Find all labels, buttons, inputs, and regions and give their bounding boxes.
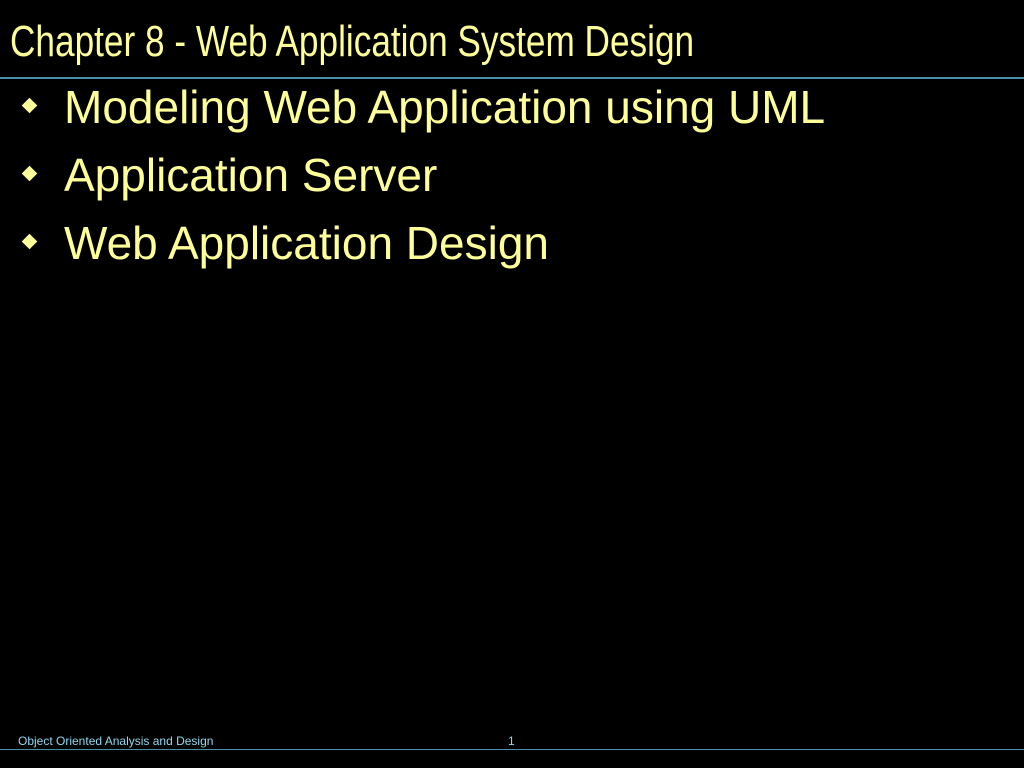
bullet-text: Web Application Design — [64, 217, 549, 269]
diamond-bullet-icon — [21, 97, 38, 114]
bullet-text: Application Server — [64, 149, 438, 201]
page-number: 1 — [508, 734, 515, 748]
title-divider — [0, 77, 1024, 79]
slide: Chapter 8 - Web Application System Desig… — [0, 0, 1024, 768]
slide-title: Chapter 8 - Web Application System Desig… — [10, 17, 695, 66]
diamond-bullet-icon — [21, 165, 38, 182]
footer-divider — [0, 749, 1024, 750]
diamond-bullet-icon — [21, 233, 38, 250]
footer-course-title: Object Oriented Analysis and Design — [18, 734, 214, 748]
bullet-text: Modeling Web Application using UML — [64, 81, 826, 133]
